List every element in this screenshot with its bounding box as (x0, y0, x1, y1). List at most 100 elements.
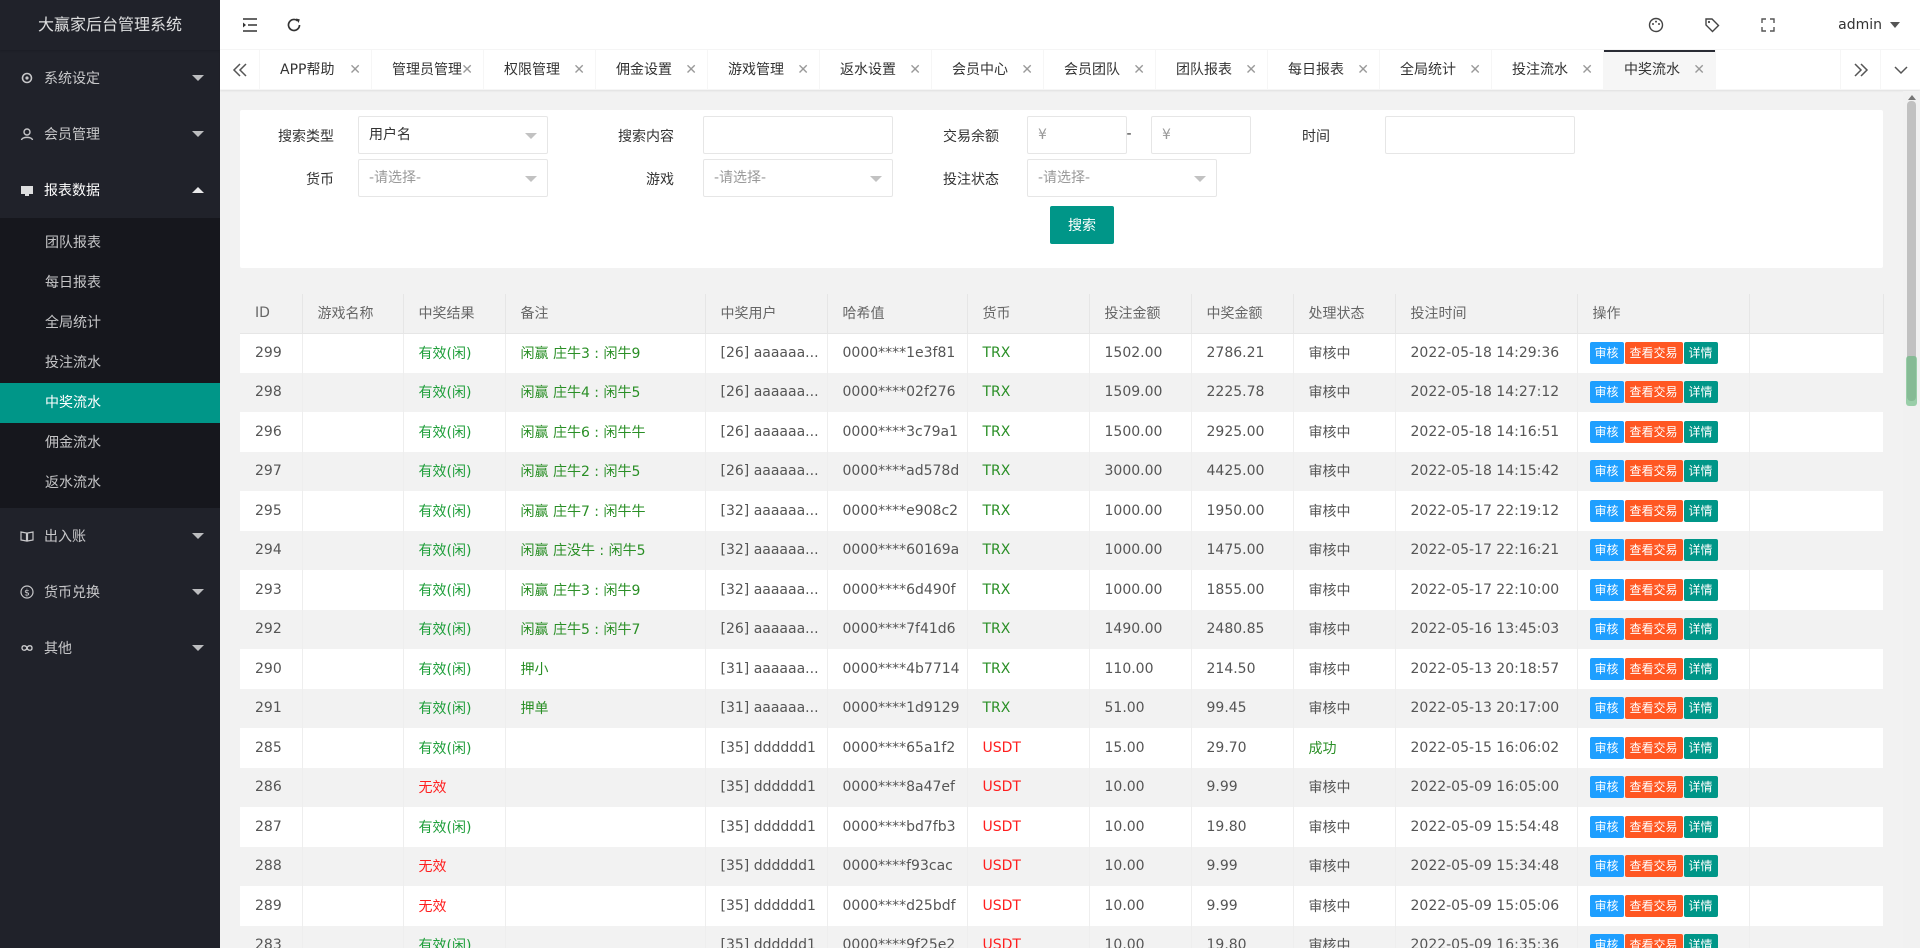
tab-member-center[interactable]: 会员中心 ✕ (932, 50, 1044, 90)
close-icon[interactable]: ✕ (909, 50, 921, 90)
view-transaction-button[interactable]: 查看交易 (1624, 697, 1683, 720)
sidebar-head-currency-exchange[interactable]: $ 货币兑换 (0, 564, 220, 620)
close-icon[interactable]: ✕ (1133, 50, 1145, 90)
detail-button[interactable]: 详情 (1683, 618, 1718, 641)
review-button[interactable]: 审核 (1589, 894, 1624, 917)
tabs-scroll-left-button[interactable] (220, 50, 260, 90)
col-header-game[interactable]: 游戏名称 (302, 294, 404, 334)
sidebar-subitem-rebate-flow[interactable]: 返水流水 (0, 463, 220, 503)
detail-button[interactable]: 详情 (1683, 342, 1718, 364)
detail-button[interactable]: 详情 (1683, 736, 1718, 759)
tab-team-report[interactable]: 团队报表 ✕ (1156, 50, 1268, 90)
fullscreen-button[interactable] (1750, 0, 1786, 50)
detail-button[interactable]: 详情 (1683, 381, 1718, 404)
review-button[interactable]: 审核 (1589, 736, 1624, 759)
close-icon[interactable]: ✕ (1581, 50, 1593, 90)
close-icon[interactable]: ✕ (349, 50, 361, 90)
search-content-input[interactable] (703, 116, 893, 154)
detail-button[interactable]: 详情 (1683, 460, 1718, 483)
detail-button[interactable]: 详情 (1683, 934, 1718, 948)
time-input[interactable] (1385, 116, 1575, 154)
tab-global-stats[interactable]: 全局统计 ✕ (1380, 50, 1492, 90)
notice-button[interactable] (1694, 0, 1730, 50)
tab-commission-settings[interactable]: 佣金设置 ✕ (596, 50, 708, 90)
col-header-hash[interactable]: 哈希值 (827, 294, 968, 334)
review-button[interactable]: 审核 (1589, 855, 1624, 878)
sidebar-head-system-settings[interactable]: 系统设定 (0, 50, 220, 106)
sidebar-subitem-bet-flow[interactable]: 投注流水 (0, 343, 220, 383)
currency-select[interactable]: -请选择- (358, 159, 548, 197)
user-menu[interactable]: admin (1838, 0, 1900, 50)
tab-daily-report[interactable]: 每日报表 ✕ (1268, 50, 1380, 90)
sidebar-item-currency-exchange[interactable]: $ 货币兑换 (0, 564, 220, 620)
col-header-note[interactable]: 备注 (505, 294, 706, 334)
col-header-win[interactable]: 中奖金额 (1191, 294, 1294, 334)
col-header-user[interactable]: 中奖用户 (705, 294, 828, 334)
col-header-bet[interactable]: 投注金额 (1089, 294, 1192, 334)
view-transaction-button[interactable]: 查看交易 (1624, 499, 1683, 522)
col-header-time[interactable]: 投注时间 (1395, 294, 1578, 334)
view-transaction-button[interactable]: 查看交易 (1624, 539, 1683, 562)
tab-win-flow[interactable]: 中奖流水 ✕ (1604, 50, 1716, 90)
close-icon[interactable]: ✕ (461, 50, 473, 90)
sidebar-head-other[interactable]: 其他 (0, 620, 220, 676)
tab-bet-flow[interactable]: 投注流水 ✕ (1492, 50, 1604, 90)
detail-button[interactable]: 详情 (1683, 657, 1718, 680)
search-button[interactable]: 搜索 (1050, 206, 1114, 244)
review-button[interactable]: 审核 (1589, 934, 1624, 948)
col-header-status[interactable]: 处理状态 (1293, 294, 1396, 334)
view-transaction-button[interactable]: 查看交易 (1624, 815, 1683, 838)
close-icon[interactable]: ✕ (573, 50, 585, 90)
menu-fold-button[interactable] (232, 0, 268, 50)
review-button[interactable]: 审核 (1589, 697, 1624, 720)
view-transaction-button[interactable]: 查看交易 (1624, 894, 1683, 917)
view-transaction-button[interactable]: 查看交易 (1624, 618, 1683, 641)
detail-button[interactable]: 详情 (1683, 776, 1718, 799)
sidebar-item-system-settings[interactable]: 系统设定 (0, 50, 220, 106)
close-icon[interactable]: ✕ (685, 50, 697, 90)
col-header-result[interactable]: 中奖结果 (403, 294, 506, 334)
detail-button[interactable]: 详情 (1683, 420, 1718, 443)
col-header-currency[interactable]: 货币 (967, 294, 1090, 334)
sidebar-item-report-data[interactable]: 报表数据 团队报表 每日报表 全局统计 投注流水 中奖流水 佣金流水 返水流水 (0, 162, 220, 508)
refresh-button[interactable] (276, 0, 312, 50)
view-transaction-button[interactable]: 查看交易 (1624, 776, 1683, 799)
detail-button[interactable]: 详情 (1683, 894, 1718, 917)
sidebar-subitem-team-report[interactable]: 团队报表 (0, 223, 220, 263)
sidebar-item-other[interactable]: 其他 (0, 620, 220, 676)
review-button[interactable]: 审核 (1589, 420, 1624, 443)
close-icon[interactable]: ✕ (1021, 50, 1033, 90)
tab-rebate-settings[interactable]: 返水设置 ✕ (820, 50, 932, 90)
sidebar-subitem-win-flow[interactable]: 中奖流水 (0, 383, 220, 423)
view-transaction-button[interactable]: 查看交易 (1624, 420, 1683, 443)
view-transaction-button[interactable]: 查看交易 (1624, 381, 1683, 404)
close-icon[interactable]: ✕ (797, 50, 809, 90)
close-icon[interactable]: ✕ (1357, 50, 1369, 90)
detail-button[interactable]: 详情 (1683, 578, 1718, 601)
tabs-menu-button[interactable] (1880, 50, 1920, 90)
close-icon[interactable]: ✕ (1693, 50, 1705, 90)
view-transaction-button[interactable]: 查看交易 (1624, 342, 1683, 364)
review-button[interactable]: 审核 (1589, 578, 1624, 601)
tabs-scroll-right-button[interactable] (1840, 50, 1880, 90)
balance-max-input[interactable]: ¥ (1151, 116, 1251, 154)
detail-button[interactable]: 详情 (1683, 855, 1718, 878)
review-button[interactable]: 审核 (1589, 657, 1624, 680)
balance-min-input[interactable]: ¥ (1027, 116, 1127, 154)
review-button[interactable]: 审核 (1589, 618, 1624, 641)
search-type-select[interactable]: 用户名 (358, 116, 548, 154)
sidebar-head-member-management[interactable]: 会员管理 (0, 106, 220, 162)
detail-button[interactable]: 详情 (1683, 815, 1718, 838)
col-header-id[interactable]: ID (240, 294, 303, 334)
review-button[interactable]: 审核 (1589, 776, 1624, 799)
view-transaction-button[interactable]: 查看交易 (1624, 460, 1683, 483)
view-transaction-button[interactable]: 查看交易 (1624, 736, 1683, 759)
review-button[interactable]: 审核 (1589, 499, 1624, 522)
view-transaction-button[interactable]: 查看交易 (1624, 578, 1683, 601)
tab-app-help[interactable]: APP帮助 ✕ (260, 50, 372, 90)
detail-button[interactable]: 详情 (1683, 539, 1718, 562)
close-icon[interactable]: ✕ (1469, 50, 1481, 90)
sidebar-subitem-commission-flow[interactable]: 佣金流水 (0, 423, 220, 463)
sidebar-item-in-out[interactable]: 出入账 (0, 508, 220, 564)
view-transaction-button[interactable]: 查看交易 (1624, 657, 1683, 680)
